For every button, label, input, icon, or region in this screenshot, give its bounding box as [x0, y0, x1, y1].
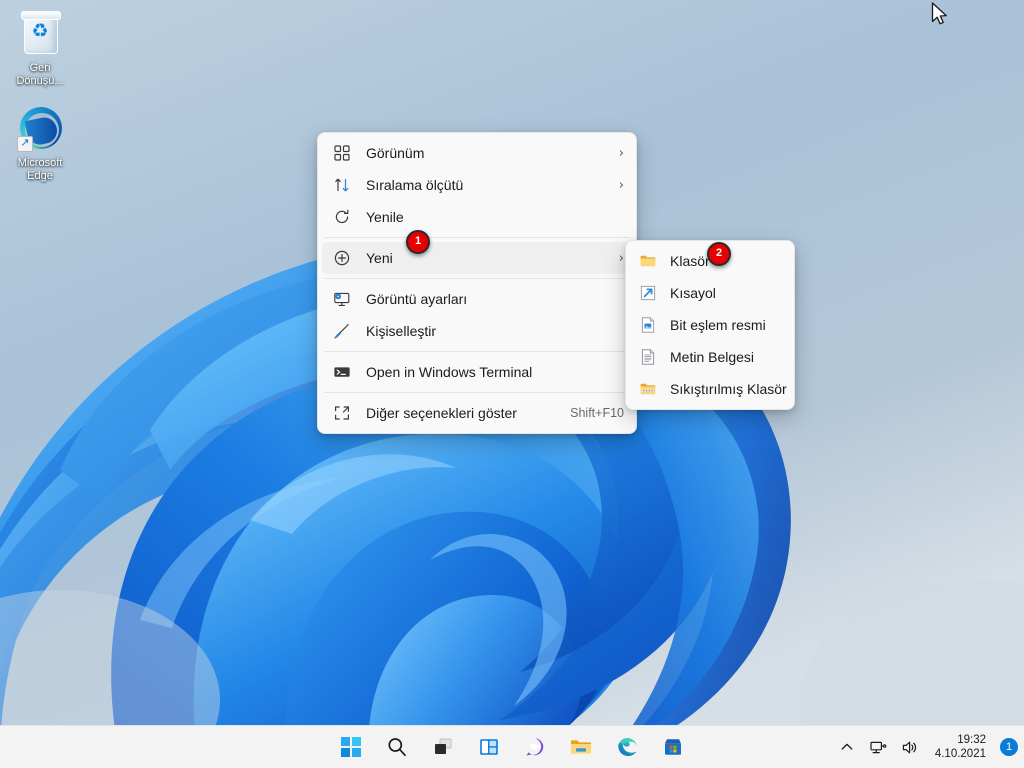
step-badge-1: 1 — [406, 230, 430, 254]
step-badge-2: 2 — [707, 242, 731, 266]
chevron-up-icon — [841, 743, 853, 750]
new-submenu[interactable]: Klasör Kısayol Bit eşlem resmi Metin Bel… — [625, 240, 795, 410]
menu-item-refresh[interactable]: Yenile — [322, 201, 632, 233]
text-document-icon — [638, 347, 658, 367]
menu-separator — [324, 392, 630, 393]
file-explorer-icon — [571, 740, 591, 754]
search-button[interactable] — [381, 731, 413, 763]
menu-item-show-more-options[interactable]: Diğer seçenekleri göster Shift+F10 — [322, 397, 632, 429]
display-settings-icon — [332, 289, 352, 309]
recycle-bin-icon: ♻ — [16, 10, 64, 58]
notification-badge[interactable]: 1 — [1000, 738, 1018, 756]
menu-separator — [324, 237, 630, 238]
start-button[interactable] — [335, 731, 367, 763]
windows-logo-icon — [341, 737, 361, 757]
microsoft-store-icon — [665, 739, 681, 755]
shortcut-icon — [638, 283, 658, 303]
terminal-icon — [332, 362, 352, 382]
microsoft-edge-icon: ↗ — [16, 105, 64, 153]
widgets-icon — [480, 739, 498, 755]
submenu-item-label: Kısayol — [670, 285, 716, 301]
menu-item-label: Kişiselleştir — [366, 323, 437, 339]
mouse-cursor — [931, 2, 947, 25]
folder-icon — [638, 251, 658, 271]
edge-button[interactable] — [611, 731, 643, 763]
menu-item-view[interactable]: Görünüm › — [322, 137, 632, 169]
menu-item-open-in-windows-terminal[interactable]: Open in Windows Terminal — [322, 356, 632, 388]
submenu-item-zipped-folder[interactable]: Sıkıştırılmış Klasör — [630, 373, 790, 405]
network-button[interactable] — [867, 734, 891, 760]
submenu-item-label: Sıkıştırılmış Klasör — [670, 381, 787, 397]
shortcut-arrow-icon: ↗ — [17, 136, 33, 152]
desktop-icon-microsoft-edge[interactable]: ↗ Microsoft Edge — [2, 105, 78, 183]
menu-item-accelerator: Shift+F10 — [570, 406, 624, 420]
menu-item-label: Yenile — [366, 209, 404, 225]
chevron-right-icon: › — [618, 177, 624, 193]
store-button[interactable] — [657, 731, 689, 763]
desktop-icon-recycle-bin[interactable]: ♻ Geri Dönüşü... — [2, 10, 78, 88]
zipped-folder-icon — [638, 379, 658, 399]
task-view-button[interactable] — [427, 731, 459, 763]
desktop-context-menu[interactable]: Görünüm › Sıralama ölçütü › Yenile Yeni … — [317, 132, 637, 434]
taskbar: 19:32 4.10.2021 1 — [0, 725, 1024, 768]
sort-icon — [332, 175, 352, 195]
network-icon — [870, 741, 887, 753]
show-hidden-icons-button[interactable] — [835, 734, 859, 760]
bitmap-image-icon — [638, 315, 658, 335]
edge-icon — [617, 737, 637, 756]
submenu-item-shortcut[interactable]: Kısayol — [630, 277, 790, 309]
system-tray: 19:32 4.10.2021 1 — [835, 733, 1018, 761]
expand-icon — [332, 403, 352, 423]
menu-item-label: Yeni — [366, 250, 393, 266]
taskbar-buttons — [335, 731, 689, 763]
menu-item-personalize[interactable]: Kişiselleştir — [322, 315, 632, 347]
desktop-icon-label: Microsoft Edge — [17, 157, 63, 182]
menu-item-new[interactable]: Yeni › — [322, 242, 632, 274]
chevron-right-icon: › — [618, 250, 624, 266]
chat-button[interactable] — [519, 731, 551, 763]
submenu-item-text-document[interactable]: Metin Belgesi — [630, 341, 790, 373]
search-icon — [388, 738, 406, 757]
task-view-icon — [435, 738, 452, 754]
widgets-button[interactable] — [473, 731, 505, 763]
menu-item-label: Sıralama ölçütü — [366, 177, 464, 193]
chat-icon — [526, 738, 544, 756]
menu-item-label: Görüntü ayarları — [366, 291, 468, 307]
plus-circle-icon — [332, 248, 352, 268]
volume-icon — [903, 741, 917, 753]
clock-time: 19:32 — [957, 734, 986, 746]
menu-separator — [324, 351, 630, 352]
submenu-item-label: Bit eşlem resmi — [670, 317, 766, 333]
menu-item-label: Diğer seçenekleri göster — [366, 405, 517, 421]
submenu-item-label: Metin Belgesi — [670, 349, 755, 365]
chevron-right-icon: › — [618, 145, 624, 161]
desktop-icon-label: Geri Dönüşü... — [16, 62, 64, 87]
refresh-icon — [332, 207, 352, 227]
volume-button[interactable] — [899, 734, 923, 760]
file-explorer-button[interactable] — [565, 731, 597, 763]
menu-separator — [324, 278, 630, 279]
menu-item-label: Open in Windows Terminal — [366, 364, 533, 380]
clock-date: 4.10.2021 — [934, 748, 986, 760]
view-grid-icon — [332, 143, 352, 163]
clock[interactable]: 19:32 4.10.2021 — [931, 733, 990, 761]
desktop-screen: ♻ Geri Dönüşü... ↗ Microsoft Edge Görünü… — [0, 0, 1024, 768]
menu-item-display-settings[interactable]: Görüntü ayarları — [322, 283, 632, 315]
paintbrush-icon — [332, 321, 352, 341]
submenu-item-bitmap-image[interactable]: Bit eşlem resmi — [630, 309, 790, 341]
menu-item-sort-by[interactable]: Sıralama ölçütü › — [322, 169, 632, 201]
menu-item-label: Görünüm — [366, 145, 425, 161]
